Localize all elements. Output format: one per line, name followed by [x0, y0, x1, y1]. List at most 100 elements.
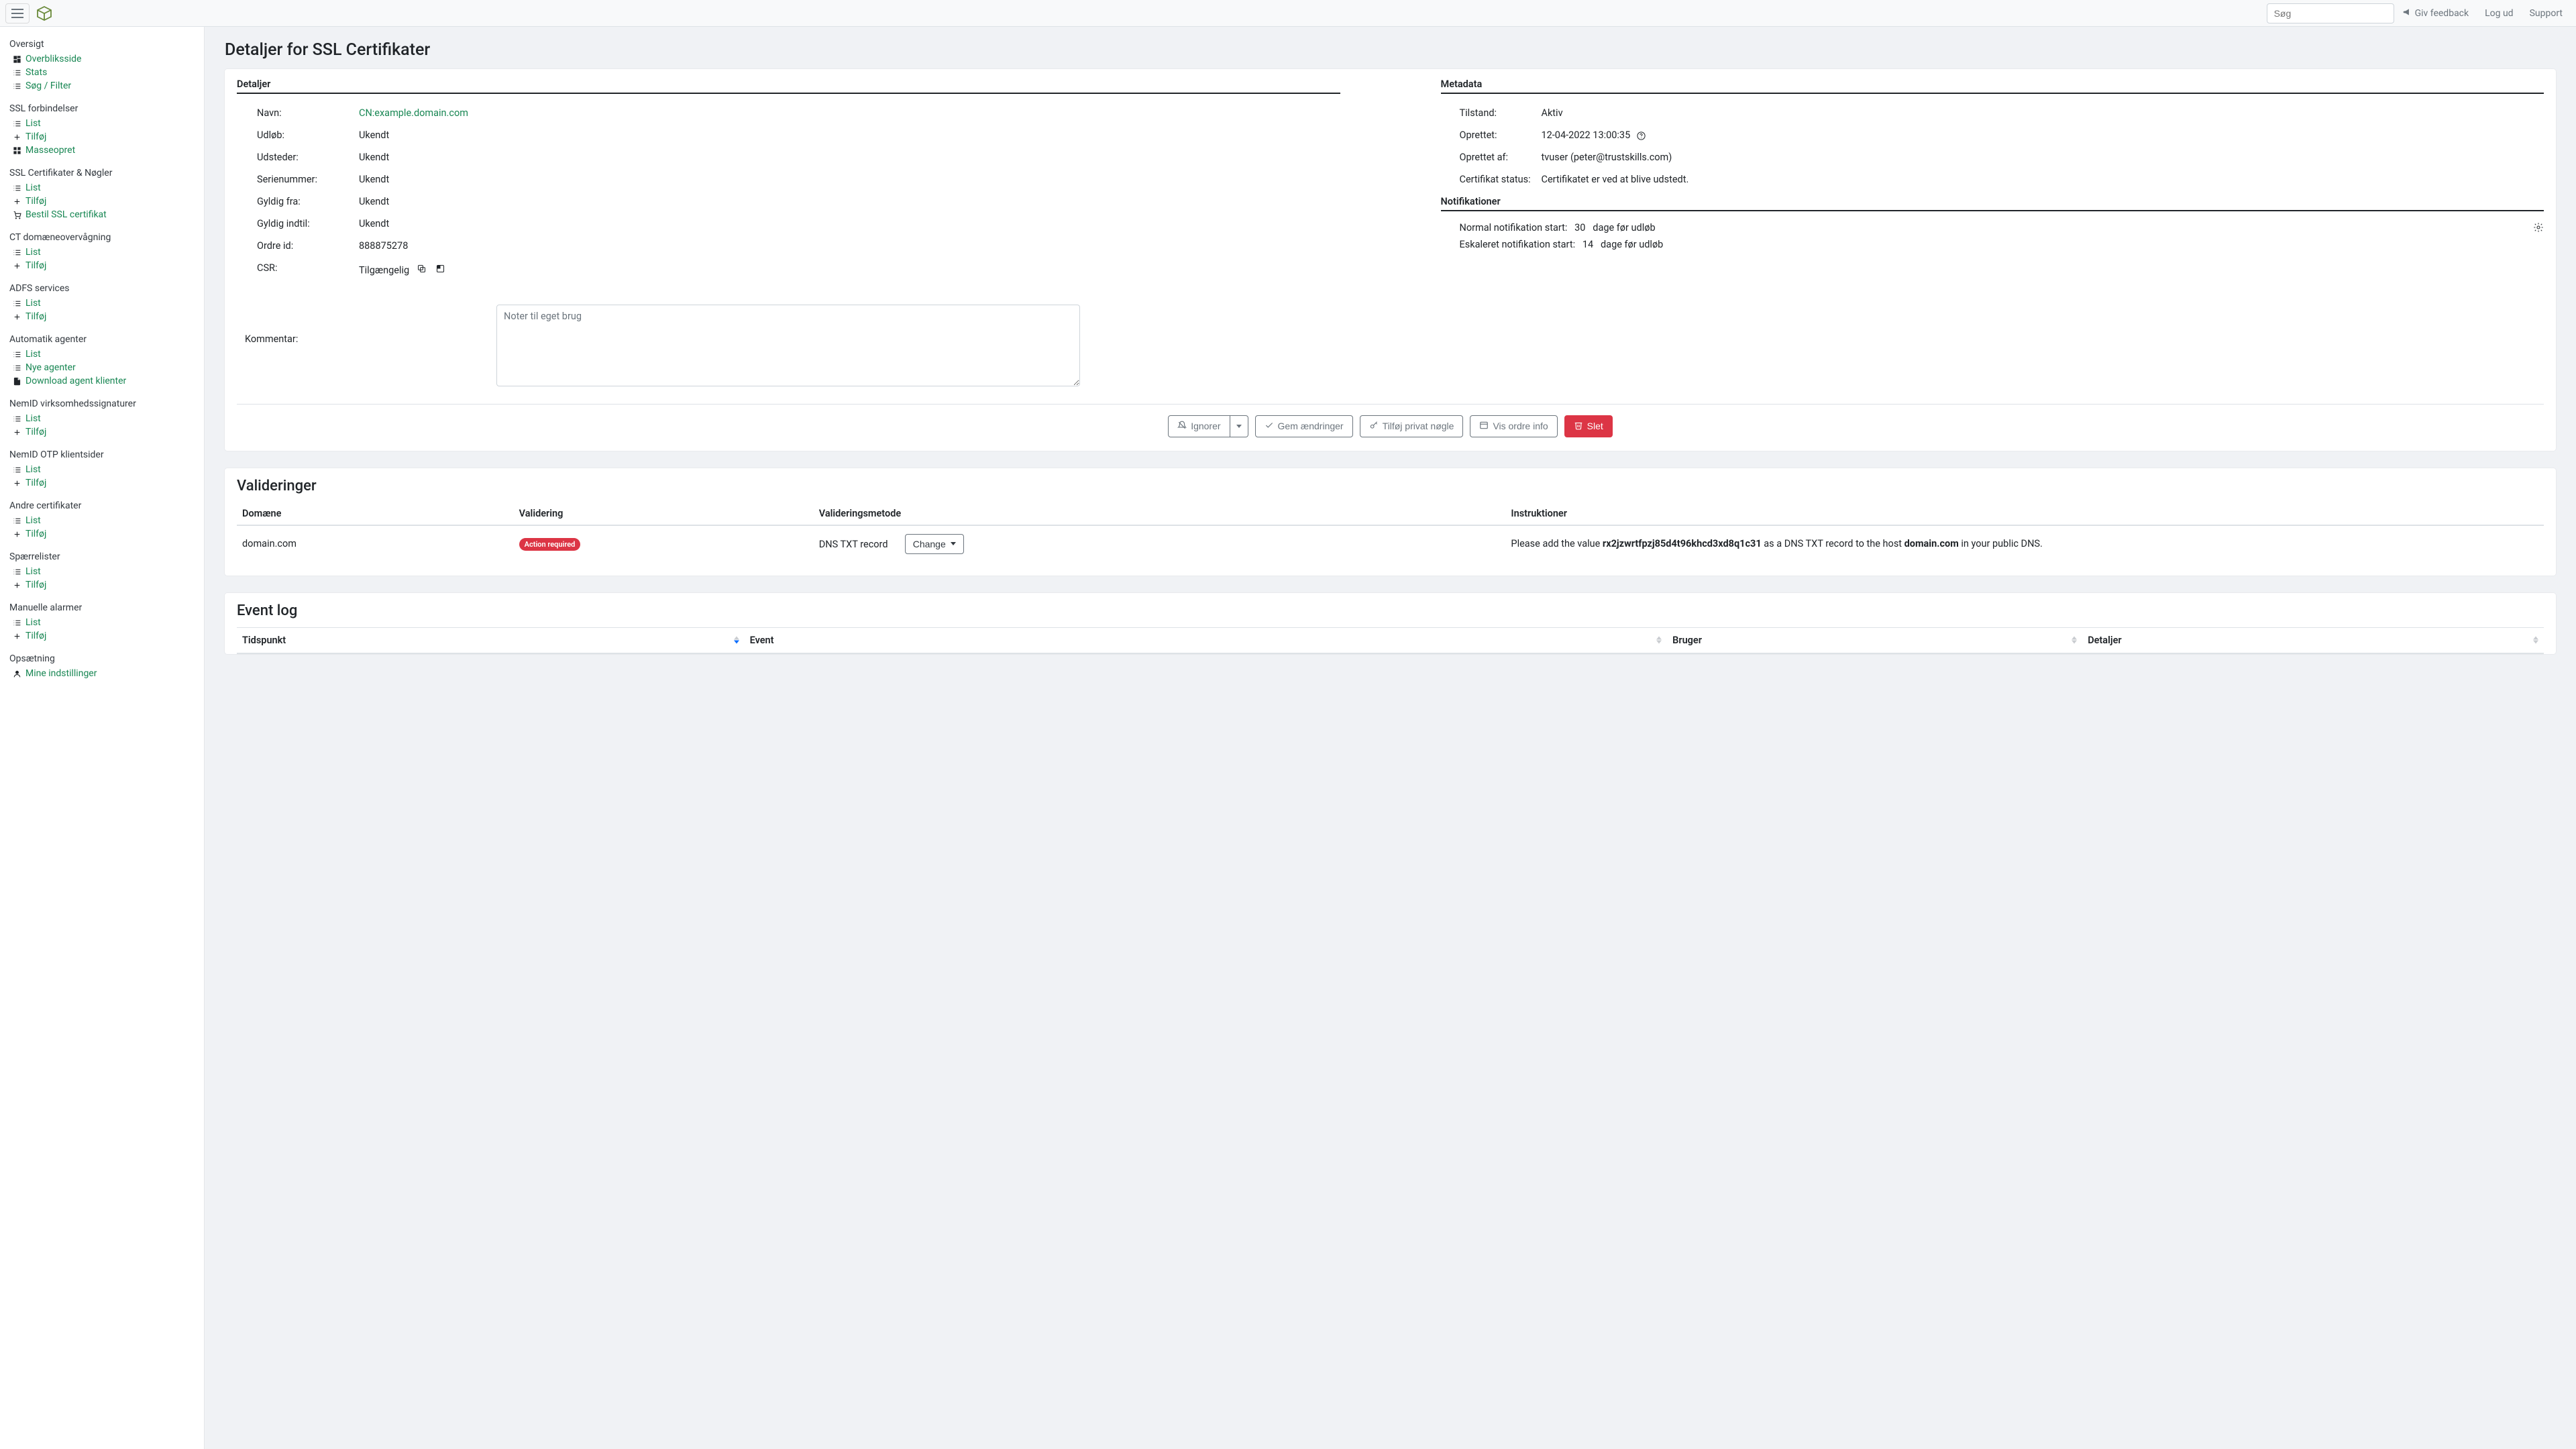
sidebar-section-title: Andre certifikater	[9, 500, 195, 511]
nav-toggle-button[interactable]	[5, 3, 30, 23]
col-method[interactable]: Valideringsmetode	[814, 502, 1506, 525]
sidebar-item[interactable]: Tilføj	[9, 259, 195, 272]
sidebar-item-label: Overbliksside	[25, 54, 81, 64]
sidebar-item[interactable]: Tilføj	[9, 527, 195, 541]
list-icon	[12, 567, 21, 576]
nav-support-link[interactable]: Support	[2522, 0, 2571, 27]
sidebar-item[interactable]: Tilføj	[9, 476, 195, 490]
sidebar-item[interactable]: Nye agenter	[9, 361, 195, 374]
sidebar-item-label: Masseopret	[25, 145, 75, 156]
col-instructions[interactable]: Instruktioner	[1505, 502, 2544, 525]
order-info-button[interactable]: Vis ordre info	[1470, 415, 1557, 437]
cart-icon	[12, 210, 21, 219]
col-event[interactable]: Event	[745, 627, 1668, 653]
plus-icon	[12, 261, 21, 270]
sidebar-item-label: List	[25, 413, 41, 424]
add-private-key-button[interactable]: Tilføj privat nøgle	[1360, 415, 1464, 437]
sidebar-item-label: Tilføj	[25, 529, 46, 539]
sidebar-item[interactable]: List	[9, 616, 195, 629]
sidebar-item[interactable]: Tilføj	[9, 425, 195, 439]
name-label: Navn:	[237, 107, 359, 119]
sidebar-item[interactable]: Mine indstillinger	[9, 667, 195, 680]
col-validation[interactable]: Validering	[514, 502, 814, 525]
sidebar-item-label: Tilføj	[25, 131, 46, 142]
gear-icon[interactable]	[2533, 222, 2544, 235]
sort-icon	[734, 637, 739, 644]
sidebar-item[interactable]: Masseopret	[9, 144, 195, 157]
sidebar-item[interactable]: List	[9, 412, 195, 425]
sidebar-item-label: Bestil SSL certifikat	[25, 209, 107, 220]
notif-escalated-suffix: dage før udløb	[1601, 239, 1663, 250]
sidebar-item[interactable]: List	[9, 246, 195, 259]
sidebar-item[interactable]: List	[9, 347, 195, 361]
sort-icon	[1656, 637, 1662, 644]
nav-logout-link[interactable]: Log ud	[2477, 0, 2521, 27]
delete-button[interactable]: Slet	[1564, 415, 1613, 437]
save-button[interactable]: Gem ændringer	[1255, 415, 1353, 437]
sidebar-item[interactable]: Tilføj	[9, 629, 195, 643]
change-method-button[interactable]: Change	[905, 534, 964, 554]
col-time[interactable]: Tidspunkt	[237, 627, 745, 653]
sidebar-item[interactable]: List	[9, 565, 195, 578]
cert-name-link[interactable]: CN:example.domain.com	[359, 107, 468, 119]
sidebar-item[interactable]: List	[9, 181, 195, 195]
comment-textarea[interactable]	[496, 305, 1080, 386]
ignore-dropdown-toggle[interactable]	[1230, 415, 1248, 437]
sidebar-item[interactable]: Tilføj	[9, 578, 195, 592]
sidebar-item[interactable]: Tilføj	[9, 195, 195, 208]
file-icon	[12, 376, 21, 386]
sidebar-item-label: Tilføj	[25, 311, 46, 322]
nav-logout-label: Log ud	[2485, 8, 2513, 19]
sidebar-item[interactable]: Download agent klienter	[9, 374, 195, 388]
sidebar-item-label: Tilføj	[25, 196, 46, 207]
validations-table: Domæne Validering Valideringsmetode Inst…	[237, 502, 2544, 562]
help-icon[interactable]	[1636, 131, 1646, 141]
expiry-label: Udløb:	[237, 129, 359, 141]
save-label: Gem ændringer	[1278, 421, 1344, 431]
nav-feedback-link[interactable]: Giv feedback	[2394, 0, 2477, 27]
sidebar-item-label: List	[25, 182, 41, 193]
validations-card: Valideringer Domæne Validering Validerin…	[225, 468, 2556, 576]
sidebar-item-label: List	[25, 349, 41, 360]
list-icon	[12, 363, 21, 372]
copy-icon[interactable]	[416, 262, 428, 274]
user-icon	[12, 669, 21, 678]
trash-icon	[1574, 421, 1583, 432]
global-search-input[interactable]	[2267, 3, 2394, 23]
col-user[interactable]: Bruger	[1667, 627, 2082, 653]
sidebar-item-label: List	[25, 515, 41, 526]
created-by-label: Oprettet af:	[1441, 152, 1542, 163]
download-csr-icon[interactable]	[434, 262, 446, 274]
sidebar-item[interactable]: Bestil SSL certifikat	[9, 208, 195, 221]
sidebar-item[interactable]: Overbliksside	[9, 52, 195, 66]
sidebar: OversigtOverblikssideStatsSøg / FilterSS…	[0, 27, 205, 1449]
sidebar-section-title: SSL Certifikater & Nøgler	[9, 168, 195, 178]
delete-label: Slet	[1587, 421, 1603, 431]
sidebar-item-label: List	[25, 566, 41, 577]
sidebar-item[interactable]: Tilføj	[9, 130, 195, 144]
divider	[237, 404, 2544, 405]
sidebar-item[interactable]: Tilføj	[9, 310, 195, 323]
sidebar-item[interactable]: Søg / Filter	[9, 79, 195, 93]
sidebar-item-label: Download agent klienter	[25, 376, 126, 386]
sidebar-item[interactable]: Stats	[9, 66, 195, 79]
sidebar-item[interactable]: List	[9, 297, 195, 310]
sidebar-section-title: Automatik agenter	[9, 334, 195, 345]
list-icon	[12, 248, 21, 257]
chevron-down-icon	[1236, 425, 1242, 428]
ignore-label: Ignorer	[1191, 421, 1220, 431]
sidebar-item[interactable]: List	[9, 463, 195, 476]
col-domain[interactable]: Domæne	[237, 502, 514, 525]
eventlog-table: Tidspunkt Event Bruger Detaljer	[237, 627, 2544, 654]
sidebar-item[interactable]: List	[9, 514, 195, 527]
sidebar-item-label: List	[25, 617, 41, 628]
ignore-button[interactable]: Ignorer	[1168, 415, 1230, 437]
col-details[interactable]: Detaljer	[2082, 627, 2544, 653]
valid-until-value: Ukendt	[359, 218, 1340, 229]
app-logo[interactable]	[36, 5, 52, 21]
sidebar-item[interactable]: List	[9, 117, 195, 130]
order-id-value: 888875278	[359, 240, 1340, 252]
details-column: Detaljer Navn: CN:example.domain.com Udl…	[237, 78, 1340, 282]
plus-icon	[12, 427, 21, 437]
comment-label: Kommentar:	[245, 305, 496, 345]
